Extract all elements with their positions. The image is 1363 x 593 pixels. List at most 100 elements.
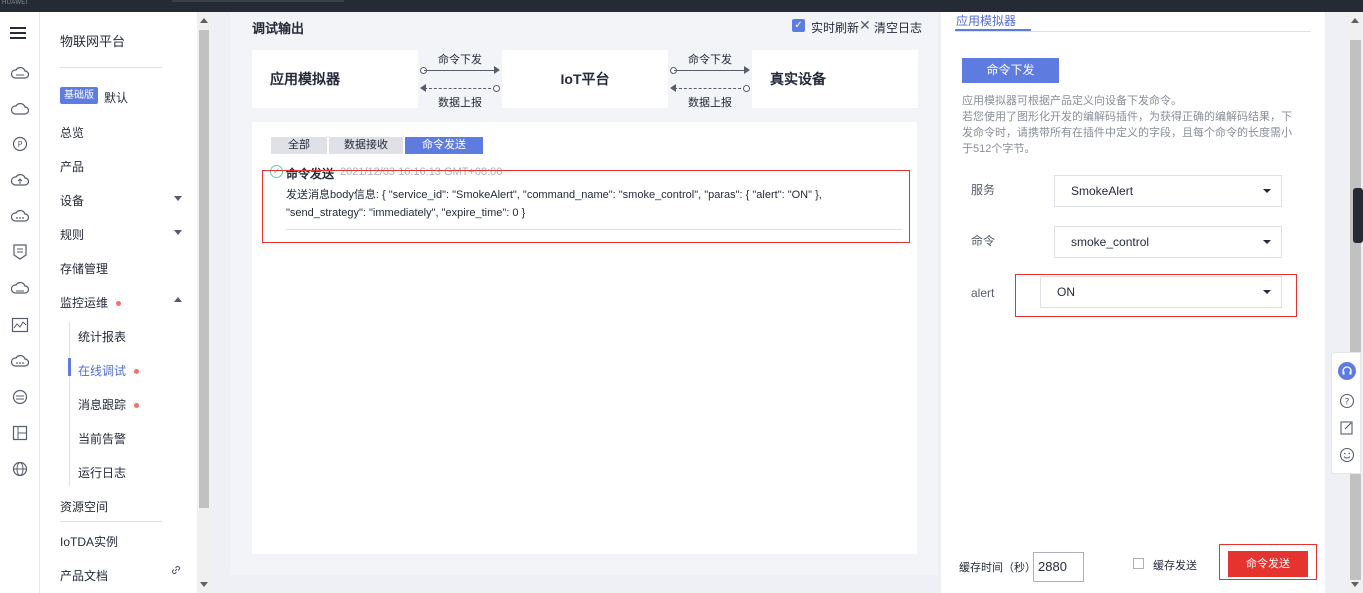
command-down-button[interactable]: 命令下发	[962, 58, 1059, 83]
sidebar-item-iotda-instance[interactable]: IoTDA实例	[60, 533, 118, 550]
sidebar: 物联网平台 基础版 默认 总览 产品 设备 规则 存储管理 监控运维 统计报表 …	[40, 12, 197, 593]
cache-time-input[interactable]: 2880	[1033, 552, 1084, 582]
sidebar-title: 物联网平台	[60, 34, 126, 49]
notification-dot	[134, 369, 140, 375]
debug-output-panel: 调试输出 ✓ 实时刷新 ✕ 清空日志 应用模拟器 命令下发 数据上报 IoT平台…	[230, 12, 938, 575]
cache-send-label[interactable]: 缓存发送	[1153, 557, 1197, 573]
cache-send-checkbox[interactable]	[1133, 558, 1144, 569]
page-scrollbar[interactable]	[1348, 12, 1363, 593]
flow-box-label: 应用模拟器	[270, 71, 340, 87]
service-icon-rail: P	[0, 12, 40, 593]
main-content: 调试输出 ✓ 实时刷新 ✕ 清空日志 应用模拟器 命令下发 数据上报 IoT平台…	[211, 12, 1363, 593]
menu-icon[interactable]	[8, 23, 28, 43]
flow-box-label: 真实设备	[770, 71, 826, 87]
flow-box-app-simulator: 应用模拟器	[252, 50, 418, 108]
chevron-up-icon[interactable]	[174, 297, 182, 302]
globe-icon[interactable]	[10, 459, 30, 479]
sidebar-item-resource-space[interactable]: 资源空间	[60, 498, 108, 515]
layout-icon[interactable]	[10, 423, 30, 443]
sidebar-item-message-trace[interactable]: 消息跟踪	[78, 396, 140, 413]
chevron-down-icon[interactable]	[174, 230, 182, 235]
help-icon[interactable]: ?	[1338, 392, 1356, 410]
floating-toolbar: ?	[1331, 352, 1361, 474]
cloud-link-icon[interactable]	[10, 278, 30, 298]
headset-support-icon[interactable]	[1338, 362, 1356, 380]
command-label: 命令	[971, 234, 996, 248]
sidebar-item-products[interactable]: 产品	[60, 158, 84, 175]
connector-line	[424, 70, 496, 71]
sidebar-scrollbar[interactable]	[197, 12, 211, 593]
alert-label: alert	[971, 286, 995, 300]
scrollbar-thumb[interactable]	[1350, 40, 1361, 580]
data-up-label: 数据上报	[688, 97, 732, 109]
sidebar-item-rules[interactable]: 规则	[60, 226, 84, 243]
realtime-refresh-checkbox[interactable]: ✓	[792, 19, 805, 32]
cache-time-label: 缓存时间（秒）	[959, 562, 1036, 574]
divider	[60, 521, 162, 522]
cloud-dots-icon[interactable]	[10, 206, 30, 226]
service-select[interactable]: SmokeAlert	[1054, 175, 1282, 207]
sidebar-item-run-logs[interactable]: 运行日志	[78, 464, 126, 481]
sidebar-item-storage[interactable]: 存储管理	[60, 260, 108, 277]
connector-line-dashed	[424, 88, 496, 89]
clear-log-button[interactable]: 清空日志	[874, 19, 922, 36]
tab-command-sent[interactable]: 命令发送	[405, 137, 483, 154]
service-label: 服务	[971, 183, 996, 197]
feedback-edit-icon[interactable]	[1338, 419, 1356, 437]
tab-app-simulator[interactable]: 应用模拟器	[956, 12, 1016, 29]
database-icon[interactable]	[10, 387, 30, 407]
command-select-value: smoke_control	[1071, 235, 1150, 249]
billing-icon[interactable]: P	[10, 134, 30, 154]
sidebar-item-stats-report[interactable]: 统计报表	[78, 328, 126, 345]
highlight-box	[1219, 544, 1317, 580]
scrollbar-thumb[interactable]	[199, 30, 209, 508]
scroll-up-icon[interactable]	[1351, 18, 1359, 23]
sidebar-item-monitoring[interactable]: 监控运维	[60, 294, 122, 311]
monitor-chart-icon[interactable]	[10, 315, 30, 335]
chevron-down-icon	[1263, 189, 1271, 193]
cloud-service-icon[interactable]	[10, 63, 30, 83]
flow-arrows-1: 命令下发 数据上报	[418, 50, 502, 109]
active-indicator	[68, 358, 71, 376]
highlight-box	[262, 170, 910, 243]
tab-data-received[interactable]: 数据接收	[329, 137, 403, 154]
sidebar-item-product-docs[interactable]: 产品文档	[60, 567, 108, 584]
clear-icon[interactable]: ✕	[859, 17, 871, 34]
debug-output-title: 调试输出	[252, 21, 305, 36]
scroll-down-icon[interactable]	[200, 582, 208, 587]
description-line: 应用模拟器可根据产品定义向设备下发命令。	[962, 95, 1182, 107]
submenu-line	[69, 322, 70, 486]
tab-all[interactable]: 全部	[271, 137, 327, 154]
realtime-refresh-label[interactable]: 实时刷新	[811, 19, 859, 36]
sidebar-item-label: 监控运维	[60, 296, 109, 310]
connector-line	[674, 70, 746, 71]
sidebar-item-online-debug[interactable]: 在线调试	[78, 362, 140, 379]
sidebar-item-current-alarms[interactable]: 当前告警	[78, 430, 126, 447]
brand-logo: HUAWEI	[2, 0, 28, 6]
scroll-up-icon[interactable]	[200, 18, 208, 23]
simulator-description: 应用模拟器可根据产品定义向设备下发命令。 若您使用了图形化开发的编解码插件，为获…	[962, 93, 1302, 157]
arrow-right-icon	[494, 66, 500, 74]
link-icon[interactable]	[170, 564, 182, 579]
scroll-down-icon[interactable]	[1351, 582, 1359, 587]
sidebar-item-overview[interactable]: 总览	[60, 124, 84, 141]
connector-dot	[493, 85, 500, 92]
command-select[interactable]: smoke_control	[1054, 226, 1282, 258]
scrollbar-grip[interactable]	[1353, 188, 1363, 243]
cloud-icon[interactable]	[10, 99, 30, 119]
notification-dot	[116, 301, 122, 307]
cloud-upload-icon[interactable]	[10, 170, 30, 190]
chevron-down-icon	[1263, 240, 1271, 244]
smiley-icon[interactable]	[1338, 446, 1356, 464]
service-select-value: SmokeAlert	[1071, 184, 1134, 198]
chevron-down-icon[interactable]	[174, 196, 182, 201]
flow-arrows-2: 命令下发 数据上报	[668, 50, 752, 109]
browser-tab[interactable]	[172, 0, 344, 2]
log-tabs: 全部 数据接收 命令发送	[271, 137, 485, 154]
sidebar-item-label: 在线调试	[78, 364, 127, 378]
top-bar: HUAWEI	[0, 0, 1363, 12]
sidebar-item-devices[interactable]: 设备	[60, 192, 84, 209]
cloud-dots-2-icon[interactable]	[10, 351, 30, 371]
shield-list-icon[interactable]	[10, 242, 30, 262]
edition-name[interactable]: 默认	[104, 89, 128, 106]
